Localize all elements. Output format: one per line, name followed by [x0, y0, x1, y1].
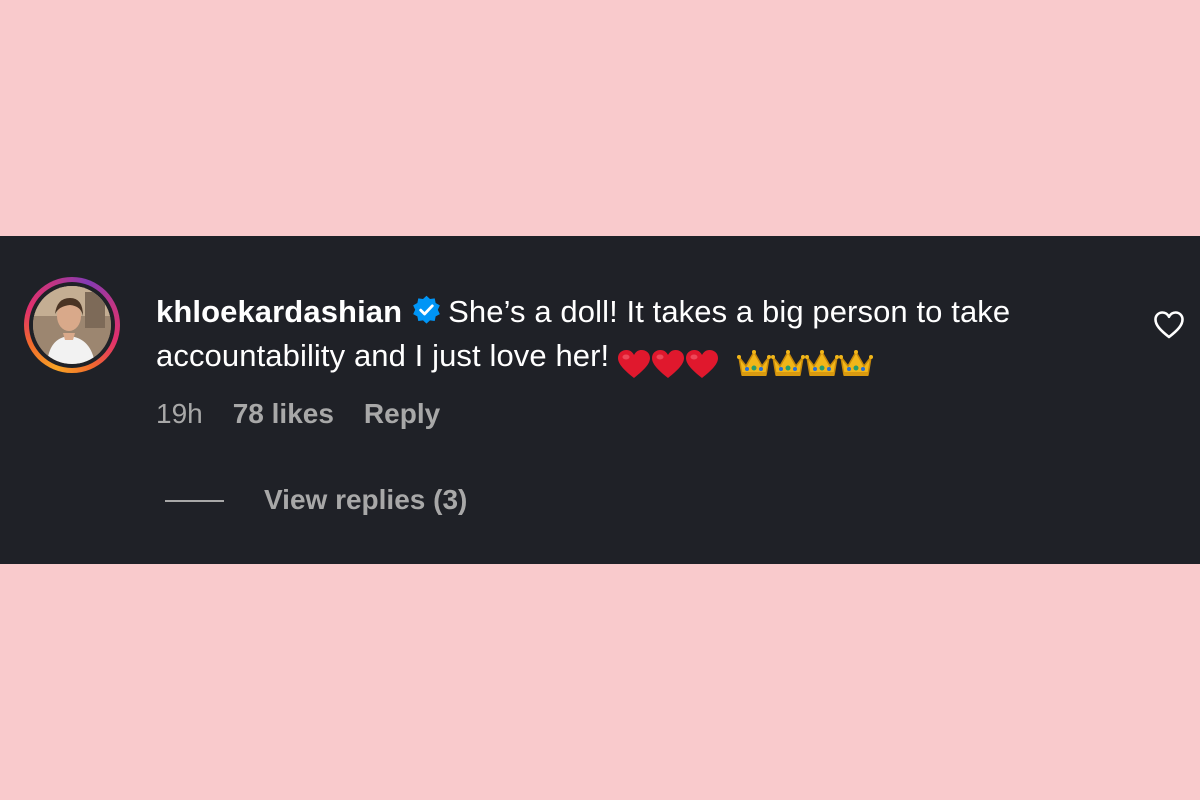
- comment-meta-row: 19h 78 likes Reply: [156, 396, 440, 432]
- verified-badge-icon: [413, 295, 440, 324]
- avatar[interactable]: [33, 286, 111, 364]
- crown-emoji-icon: [839, 349, 874, 376]
- heart-outline-icon[interactable]: [1153, 310, 1185, 340]
- red-heart-emoji-icon: [686, 349, 719, 378]
- comment-body: khloekardashian She’s a doll! It takes a…: [156, 290, 1126, 384]
- page: khloekardashian She’s a doll! It takes a…: [0, 0, 1200, 800]
- replies-divider-line: [165, 500, 224, 502]
- crown-emoji-icon: [737, 349, 772, 376]
- likes-count-link[interactable]: 78 likes: [233, 396, 334, 432]
- avatar-photo: [33, 286, 111, 364]
- crown-emojis: [737, 340, 874, 384]
- comment-timestamp: 19h: [156, 398, 203, 429]
- comment-username[interactable]: khloekardashian: [156, 294, 402, 329]
- heart-emojis: [617, 340, 719, 384]
- comment-text-line-1: She’s a doll! It takes a big person to t…: [448, 294, 1011, 329]
- crown-emoji-icon: [805, 349, 840, 376]
- comment-panel: khloekardashian She’s a doll! It takes a…: [0, 236, 1200, 564]
- crown-emoji-icon: [771, 349, 806, 376]
- red-heart-emoji-icon: [652, 349, 685, 378]
- comment-text-line-2: accountability and I just love her!: [156, 338, 610, 373]
- view-replies-label[interactable]: View replies (3): [264, 482, 467, 518]
- reply-button[interactable]: Reply: [364, 396, 440, 432]
- red-heart-emoji-icon: [618, 349, 651, 378]
- avatar-story-ring[interactable]: [24, 277, 120, 373]
